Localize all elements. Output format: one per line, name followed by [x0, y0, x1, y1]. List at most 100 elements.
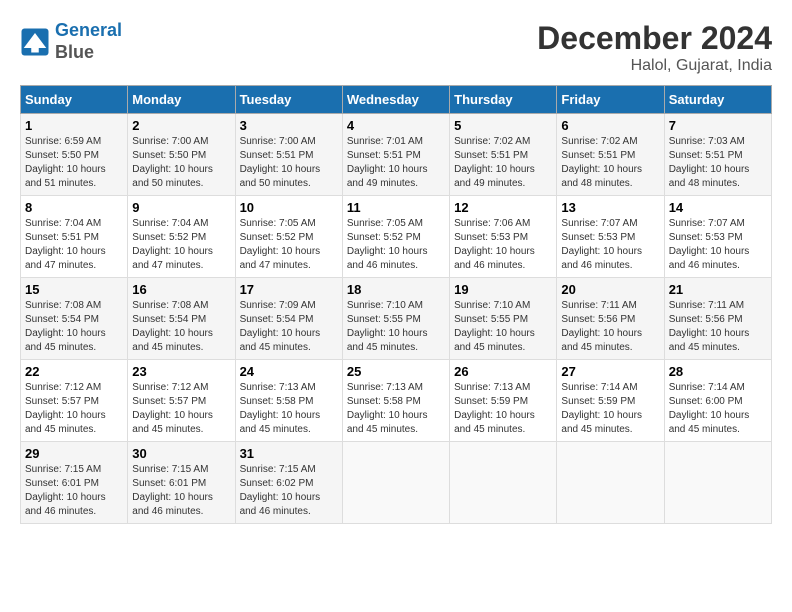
logo-icon: [20, 27, 50, 57]
day-cell-8: 8 Sunrise: 7:04 AM Sunset: 5:51 PM Dayli…: [21, 196, 128, 278]
calendar-table: Sunday Monday Tuesday Wednesday Thursday…: [20, 85, 772, 524]
day-number: 5: [454, 118, 552, 133]
title-block: December 2024 Halol, Gujarat, India: [537, 20, 772, 75]
day-number: 23: [132, 364, 230, 379]
day-cell-24: 24 Sunrise: 7:13 AM Sunset: 5:58 PM Dayl…: [235, 360, 342, 442]
day-info: Sunrise: 7:12 AM Sunset: 5:57 PM Dayligh…: [132, 381, 230, 437]
day-number: 19: [454, 282, 552, 297]
day-number: 29: [25, 446, 123, 461]
day-info: Sunrise: 6:59 AM Sunset: 5:50 PM Dayligh…: [25, 135, 123, 191]
day-info: Sunrise: 7:08 AM Sunset: 5:54 PM Dayligh…: [132, 299, 230, 355]
day-cell-27: 27 Sunrise: 7:14 AM Sunset: 5:59 PM Dayl…: [557, 360, 664, 442]
day-info: Sunrise: 7:08 AM Sunset: 5:54 PM Dayligh…: [25, 299, 123, 355]
day-info: Sunrise: 7:11 AM Sunset: 5:56 PM Dayligh…: [669, 299, 767, 355]
empty-cell: [557, 442, 664, 524]
day-number: 9: [132, 200, 230, 215]
day-number: 21: [669, 282, 767, 297]
day-number: 24: [240, 364, 338, 379]
day-cell-12: 12 Sunrise: 7:06 AM Sunset: 5:53 PM Dayl…: [450, 196, 557, 278]
day-number: 15: [25, 282, 123, 297]
day-info: Sunrise: 7:10 AM Sunset: 5:55 PM Dayligh…: [347, 299, 445, 355]
page-header: General Blue December 2024 Halol, Gujara…: [20, 20, 772, 75]
day-cell-19: 19 Sunrise: 7:10 AM Sunset: 5:55 PM Dayl…: [450, 278, 557, 360]
day-cell-31: 31 Sunrise: 7:15 AM Sunset: 6:02 PM Dayl…: [235, 442, 342, 524]
logo: General Blue: [20, 20, 122, 63]
header-tuesday: Tuesday: [235, 86, 342, 114]
day-info: Sunrise: 7:14 AM Sunset: 6:00 PM Dayligh…: [669, 381, 767, 437]
weekday-header-row: Sunday Monday Tuesday Wednesday Thursday…: [21, 86, 772, 114]
day-number: 26: [454, 364, 552, 379]
day-cell-30: 30 Sunrise: 7:15 AM Sunset: 6:01 PM Dayl…: [128, 442, 235, 524]
day-info: Sunrise: 7:14 AM Sunset: 5:59 PM Dayligh…: [561, 381, 659, 437]
month-title: December 2024: [537, 20, 772, 57]
day-cell-3: 3 Sunrise: 7:00 AM Sunset: 5:51 PM Dayli…: [235, 114, 342, 196]
day-cell-25: 25 Sunrise: 7:13 AM Sunset: 5:58 PM Dayl…: [342, 360, 449, 442]
location: Halol, Gujarat, India: [537, 57, 772, 75]
day-cell-4: 4 Sunrise: 7:01 AM Sunset: 5:51 PM Dayli…: [342, 114, 449, 196]
day-info: Sunrise: 7:15 AM Sunset: 6:01 PM Dayligh…: [132, 463, 230, 519]
day-number: 25: [347, 364, 445, 379]
day-info: Sunrise: 7:06 AM Sunset: 5:53 PM Dayligh…: [454, 217, 552, 273]
day-number: 16: [132, 282, 230, 297]
day-info: Sunrise: 7:00 AM Sunset: 5:51 PM Dayligh…: [240, 135, 338, 191]
day-cell-22: 22 Sunrise: 7:12 AM Sunset: 5:57 PM Dayl…: [21, 360, 128, 442]
day-number: 20: [561, 282, 659, 297]
calendar-week-row: 1 Sunrise: 6:59 AM Sunset: 5:50 PM Dayli…: [21, 114, 772, 196]
day-cell-18: 18 Sunrise: 7:10 AM Sunset: 5:55 PM Dayl…: [342, 278, 449, 360]
day-number: 6: [561, 118, 659, 133]
calendar-week-row: 15 Sunrise: 7:08 AM Sunset: 5:54 PM Dayl…: [21, 278, 772, 360]
day-number: 22: [25, 364, 123, 379]
day-cell-7: 7 Sunrise: 7:03 AM Sunset: 5:51 PM Dayli…: [664, 114, 771, 196]
header-wednesday: Wednesday: [342, 86, 449, 114]
header-sunday: Sunday: [21, 86, 128, 114]
day-info: Sunrise: 7:07 AM Sunset: 5:53 PM Dayligh…: [561, 217, 659, 273]
empty-cell: [664, 442, 771, 524]
day-cell-15: 15 Sunrise: 7:08 AM Sunset: 5:54 PM Dayl…: [21, 278, 128, 360]
day-cell-26: 26 Sunrise: 7:13 AM Sunset: 5:59 PM Dayl…: [450, 360, 557, 442]
day-info: Sunrise: 7:07 AM Sunset: 5:53 PM Dayligh…: [669, 217, 767, 273]
day-number: 17: [240, 282, 338, 297]
header-saturday: Saturday: [664, 86, 771, 114]
header-thursday: Thursday: [450, 86, 557, 114]
day-cell-2: 2 Sunrise: 7:00 AM Sunset: 5:50 PM Dayli…: [128, 114, 235, 196]
calendar-week-row: 22 Sunrise: 7:12 AM Sunset: 5:57 PM Dayl…: [21, 360, 772, 442]
day-info: Sunrise: 7:02 AM Sunset: 5:51 PM Dayligh…: [454, 135, 552, 191]
day-number: 10: [240, 200, 338, 215]
day-cell-29: 29 Sunrise: 7:15 AM Sunset: 6:01 PM Dayl…: [21, 442, 128, 524]
day-info: Sunrise: 7:15 AM Sunset: 6:02 PM Dayligh…: [240, 463, 338, 519]
day-info: Sunrise: 7:05 AM Sunset: 5:52 PM Dayligh…: [240, 217, 338, 273]
day-number: 7: [669, 118, 767, 133]
day-info: Sunrise: 7:04 AM Sunset: 5:52 PM Dayligh…: [132, 217, 230, 273]
day-cell-5: 5 Sunrise: 7:02 AM Sunset: 5:51 PM Dayli…: [450, 114, 557, 196]
day-number: 14: [669, 200, 767, 215]
logo-line2: Blue: [55, 42, 94, 62]
header-monday: Monday: [128, 86, 235, 114]
logo-line1: General: [55, 20, 122, 40]
day-cell-6: 6 Sunrise: 7:02 AM Sunset: 5:51 PM Dayli…: [557, 114, 664, 196]
day-cell-23: 23 Sunrise: 7:12 AM Sunset: 5:57 PM Dayl…: [128, 360, 235, 442]
day-info: Sunrise: 7:02 AM Sunset: 5:51 PM Dayligh…: [561, 135, 659, 191]
day-number: 4: [347, 118, 445, 133]
day-info: Sunrise: 7:01 AM Sunset: 5:51 PM Dayligh…: [347, 135, 445, 191]
day-cell-21: 21 Sunrise: 7:11 AM Sunset: 5:56 PM Dayl…: [664, 278, 771, 360]
day-info: Sunrise: 7:15 AM Sunset: 6:01 PM Dayligh…: [25, 463, 123, 519]
day-cell-20: 20 Sunrise: 7:11 AM Sunset: 5:56 PM Dayl…: [557, 278, 664, 360]
empty-cell: [342, 442, 449, 524]
day-cell-28: 28 Sunrise: 7:14 AM Sunset: 6:00 PM Dayl…: [664, 360, 771, 442]
day-cell-9: 9 Sunrise: 7:04 AM Sunset: 5:52 PM Dayli…: [128, 196, 235, 278]
day-info: Sunrise: 7:12 AM Sunset: 5:57 PM Dayligh…: [25, 381, 123, 437]
day-number: 28: [669, 364, 767, 379]
day-info: Sunrise: 7:13 AM Sunset: 5:58 PM Dayligh…: [347, 381, 445, 437]
day-number: 3: [240, 118, 338, 133]
day-info: Sunrise: 7:00 AM Sunset: 5:50 PM Dayligh…: [132, 135, 230, 191]
day-number: 18: [347, 282, 445, 297]
day-cell-13: 13 Sunrise: 7:07 AM Sunset: 5:53 PM Dayl…: [557, 196, 664, 278]
day-number: 1: [25, 118, 123, 133]
day-info: Sunrise: 7:03 AM Sunset: 5:51 PM Dayligh…: [669, 135, 767, 191]
logo-text: General Blue: [55, 20, 122, 63]
day-cell-10: 10 Sunrise: 7:05 AM Sunset: 5:52 PM Dayl…: [235, 196, 342, 278]
day-cell-1: 1 Sunrise: 6:59 AM Sunset: 5:50 PM Dayli…: [21, 114, 128, 196]
day-cell-11: 11 Sunrise: 7:05 AM Sunset: 5:52 PM Dayl…: [342, 196, 449, 278]
day-info: Sunrise: 7:13 AM Sunset: 5:58 PM Dayligh…: [240, 381, 338, 437]
day-cell-17: 17 Sunrise: 7:09 AM Sunset: 5:54 PM Dayl…: [235, 278, 342, 360]
